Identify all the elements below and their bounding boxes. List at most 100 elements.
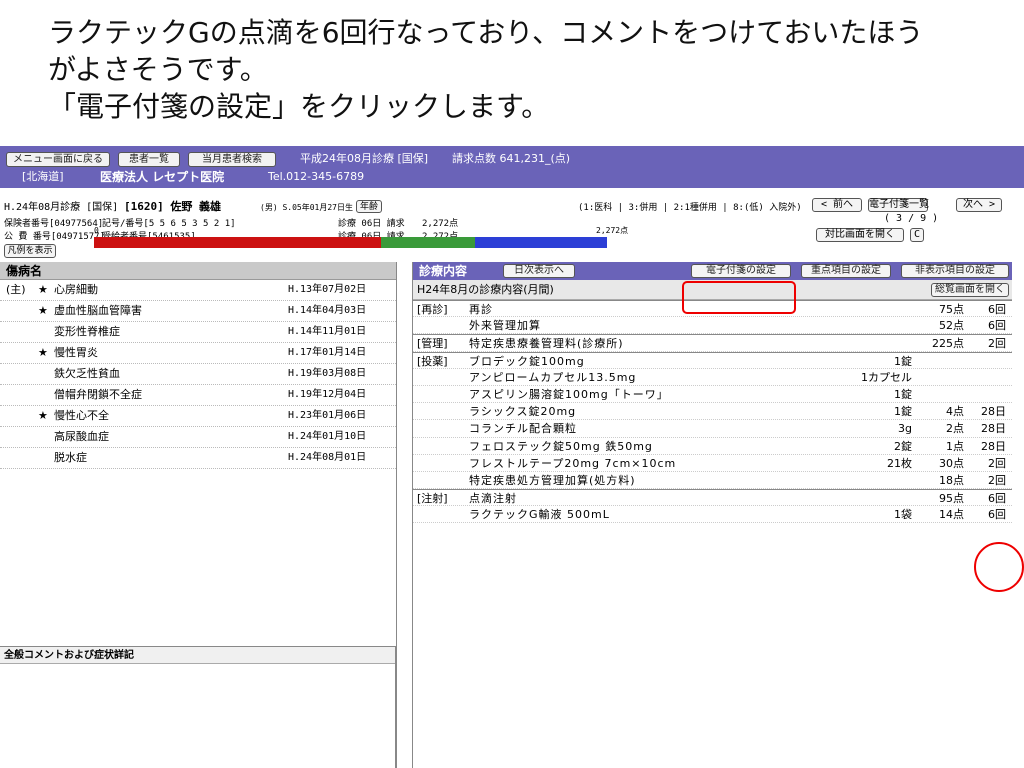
treatment-points: 4点 [946,405,964,419]
disease-row[interactable]: (主) ★ 心房細動 H.13年07月02日 [0,280,396,301]
claim-points-1: 2,272点 [422,219,459,229]
disease-name: 虚血性脳血管障害 [54,304,142,317]
treatment-row[interactable]: [注射] 点滴注射 95点 6回 [413,489,1012,507]
disease-date: H.24年01月10日 [288,431,367,442]
treatment-count: 6回 [988,508,1006,522]
prefecture: [北海道] [22,170,64,183]
treatment-qty: 1錠 [894,405,912,419]
treatment-row[interactable]: アスピリン腸溶錠100mg「トーワ」 1錠 [413,386,1012,404]
treatment-points: 1点 [946,439,964,453]
disease-row[interactable]: 変形性脊椎症 H.14年11月01日 [0,322,396,343]
sticky-note-settings-button[interactable]: 電子付箋の設定 [691,264,791,278]
priority-items-button[interactable]: 重点項目の設定 [801,264,891,278]
treatment-row[interactable]: 外来管理加算 52点 6回 [413,317,1012,335]
panel-divider [396,262,397,768]
treatment-points: 2点 [946,422,964,436]
next-button[interactable]: 次へ > [956,198,1002,212]
public-expense-number: 公 費 番号[04971577] [4,232,106,242]
disease-name: 高尿酸血症 [54,430,109,443]
instruction-text: ラクテックGの点滴を6回行なっており、コメントをつけておいたほう がよさそうです… [48,14,1018,125]
disease-date: H.19年03月08日 [288,368,367,379]
disease-name: 僧帽弁閉鎖不全症 [54,388,142,401]
disease-panel-title: 傷病名 [0,262,396,280]
disease-date: H.24年08月01日 [288,452,367,463]
overview-screen-button[interactable]: 総覧画面を開く [931,283,1009,297]
treatment-item: ブロデック錠100mg [469,354,585,368]
disease-prefix: (主) [6,283,26,296]
treatment-qty: 1カプセル [861,370,912,384]
disease-name: 変形性脊椎症 [54,325,120,338]
treatment-item: 再診 [469,303,493,316]
patient-list-button[interactable]: 患者一覧 [118,152,180,167]
disease-date: H.14年11月01日 [288,326,367,337]
disease-row[interactable]: 僧帽弁閉鎖不全症 H.19年12月04日 [0,385,396,406]
compare-screen-button[interactable]: 対比画面を開く [816,228,904,242]
pager: ( 3 / 9 ) [884,213,939,224]
disease-name: 慢性胃炎 [54,346,98,359]
disease-row[interactable]: ★ 慢性胃炎 H.17年01月14日 [0,343,396,364]
instruction-line-1: ラクテックGの点滴を6回行なっており、コメントをつけておいたほう [48,16,924,49]
legend-button[interactable]: 凡例を表示 [4,244,56,258]
clinic-tel: Tel.012-345-6789 [268,170,365,183]
treatment-row[interactable]: フレストルテープ20mg 7cm×10cm 21枚 30点 2回 [413,455,1012,472]
treatment-list: [再診] 再診 75点 6回 外来管理加算 52点 6回 [管理] 特定疾患療養管理料(診療所)… [413,300,1012,524]
claim-points: 請求点数 641,231_(点) [452,152,571,165]
app-header: メニュー画面に戻る 患者一覧 当月患者検索 平成24年08月診療 [国保] 請求… [0,146,1024,188]
disease-row[interactable]: 脱水症 H.24年08月01日 [0,448,396,469]
treatment-points: 95点 [939,492,964,506]
bar-end-label: 2,272点 [596,226,629,235]
treatment-row[interactable]: ラクテックG輸液 500mL 1袋 14点 6回 [413,506,1012,524]
treatment-qty: 2錠 [894,439,912,453]
patient-id-name: [1620] 佐野 義雄 [124,200,221,213]
comment-panel-title: 全般コメントおよび症状詳記 [0,646,395,664]
disease-row[interactable]: 鉄欠乏性貧血 H.19年03月08日 [0,364,396,385]
disease-panel: 傷病名 (主) ★ 心房細動 H.13年07月02日 ★ 虚血性脳血管障害 H.14年04月… [0,262,396,642]
treatment-row[interactable]: コランチル配合顆粒 3g 2点 28日 [413,420,1012,438]
treatment-item: 点滴注射 [469,492,517,506]
disease-date: H.13年07月02日 [288,284,367,295]
treatment-item: ラクテックG輸液 500mL [469,508,610,522]
treatment-qty: 3g [898,422,912,436]
instruction-line-3: 「電子付箋の設定」をクリックします。 [48,90,550,123]
treatment-count: 28日 [981,405,1006,419]
disease-row[interactable]: 高尿酸血症 H.24年01月10日 [0,427,396,448]
clinic-name: 医療法人 レセプト医院 [100,170,225,184]
treatment-row[interactable]: [管理] 特定疾患療養管理料(診療所) 225点 2回 [413,334,1012,352]
treatment-row[interactable]: ラシックス錠20mg 1錠 4点 28日 [413,403,1012,421]
treatment-category: [注射] [417,492,448,506]
disease-star: ★ [38,409,48,422]
treatment-panel-header: 診療内容 日次表示へ 電子付箋の設定 重点項目の設定 非表示項目の設定 [413,262,1012,280]
daily-view-button[interactable]: 日次表示へ [503,264,575,278]
billing-month: H.24年08月診療 [国保] [4,202,119,213]
disease-row[interactable]: ★ 虚血性脳血管障害 H.14年04月03日 [0,301,396,322]
treatment-item: フェロステック錠50mg 鉄50mg [469,439,653,453]
disease-star: ★ [38,283,48,296]
hidden-items-button[interactable]: 非表示項目の設定 [901,264,1009,278]
treatment-row[interactable]: [投薬] ブロデック錠100mg 1錠 [413,351,1012,369]
treatment-item: 特定疾患処方管理加算(処方料) [469,473,636,487]
points-bar-green [381,237,475,248]
disease-name: 心房細動 [54,283,98,296]
disease-name: 脱水症 [54,451,87,464]
treatment-row[interactable]: フェロステック錠50mg 鉄50mg 2錠 1点 28日 [413,438,1012,455]
disease-star: ★ [38,346,48,359]
sticky-note-list-button[interactable]: 電子付箋一覧 [868,198,929,212]
c-button[interactable]: C [910,228,924,242]
disease-row[interactable]: ★ 慢性心不全 H.23年01月06日 [0,406,396,427]
disease-name: 慢性心不全 [54,409,109,422]
back-to-menu-button[interactable]: メニュー画面に戻る [6,152,110,167]
age-button[interactable]: 年齢 [356,200,382,213]
treatment-count: 6回 [988,492,1006,506]
treatment-category: [投薬] [417,354,448,368]
monthly-patient-search-button[interactable]: 当月患者検索 [188,152,276,167]
disease-date: H.23年01月06日 [288,410,367,421]
disease-date: H.19年12月04日 [288,389,367,400]
treatment-count: 28日 [981,422,1006,436]
category-info: (1:医科 | 3:併用 | 2:1種併用 | 8:(低) 入院外) [578,203,802,213]
bar-start-label: 0 [94,226,99,235]
treatment-points: 52点 [939,319,964,333]
treatment-item: 外来管理加算 [469,319,541,333]
prev-button[interactable]: < 前へ [812,198,862,212]
treatment-row[interactable]: 特定疾患処方管理加算(処方料) 18点 2回 [413,472,1012,490]
treatment-row[interactable]: アンピロームカプセル13.5mg 1カプセル [413,369,1012,386]
